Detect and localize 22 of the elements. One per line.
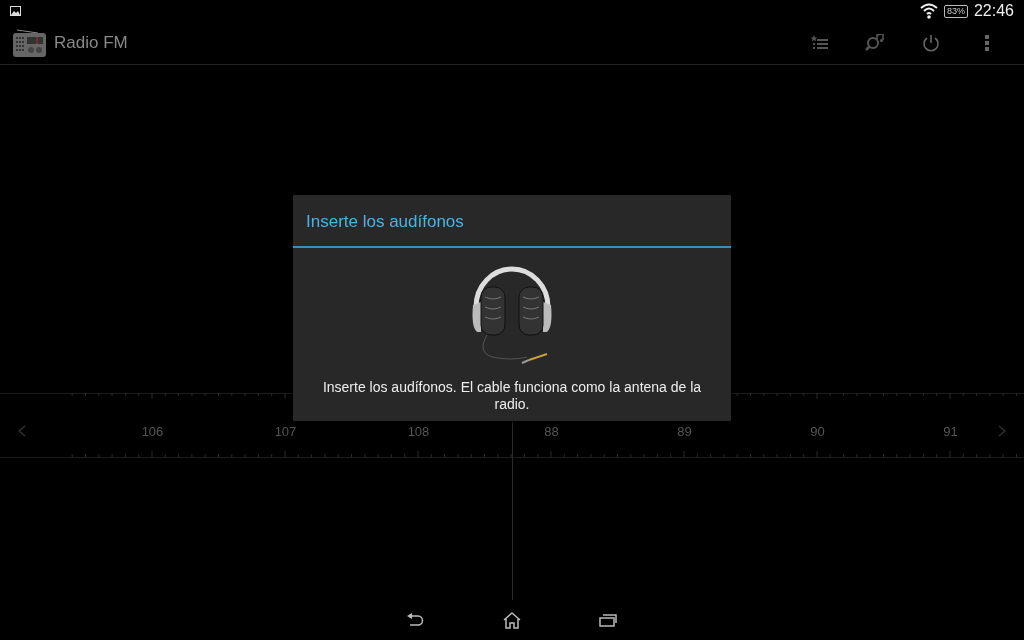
wifi-icon [919, 3, 938, 19]
favorites-list-icon[interactable] [810, 35, 828, 51]
home-icon[interactable] [503, 611, 521, 629]
recent-apps-icon[interactable] [599, 613, 617, 627]
music-search-icon[interactable] [865, 34, 885, 52]
frequency-label: 89 [677, 424, 692, 439]
frequency-label: 108 [407, 424, 430, 439]
frequency-label: 107 [274, 424, 297, 439]
frequency-label: 106 [141, 424, 164, 439]
radio-app-icon [12, 28, 48, 58]
frequency-label: 88 [544, 424, 559, 439]
battery-indicator: 83% [943, 4, 968, 18]
frequency-label: 90 [810, 424, 825, 439]
dialog-title: Inserte los audífonos [293, 195, 731, 248]
clock-time: 22:46 [973, 2, 1014, 20]
dialog-message: Inserte los audífonos. El cable funciona como la antena de la radio. [321, 379, 703, 413]
image-notification-icon [10, 6, 21, 16]
power-icon[interactable] [922, 34, 940, 52]
back-icon[interactable] [407, 613, 425, 627]
overflow-menu-icon[interactable] [985, 35, 989, 51]
frequency-label: 91 [943, 424, 958, 439]
app-title: Radio FM [54, 33, 128, 53]
